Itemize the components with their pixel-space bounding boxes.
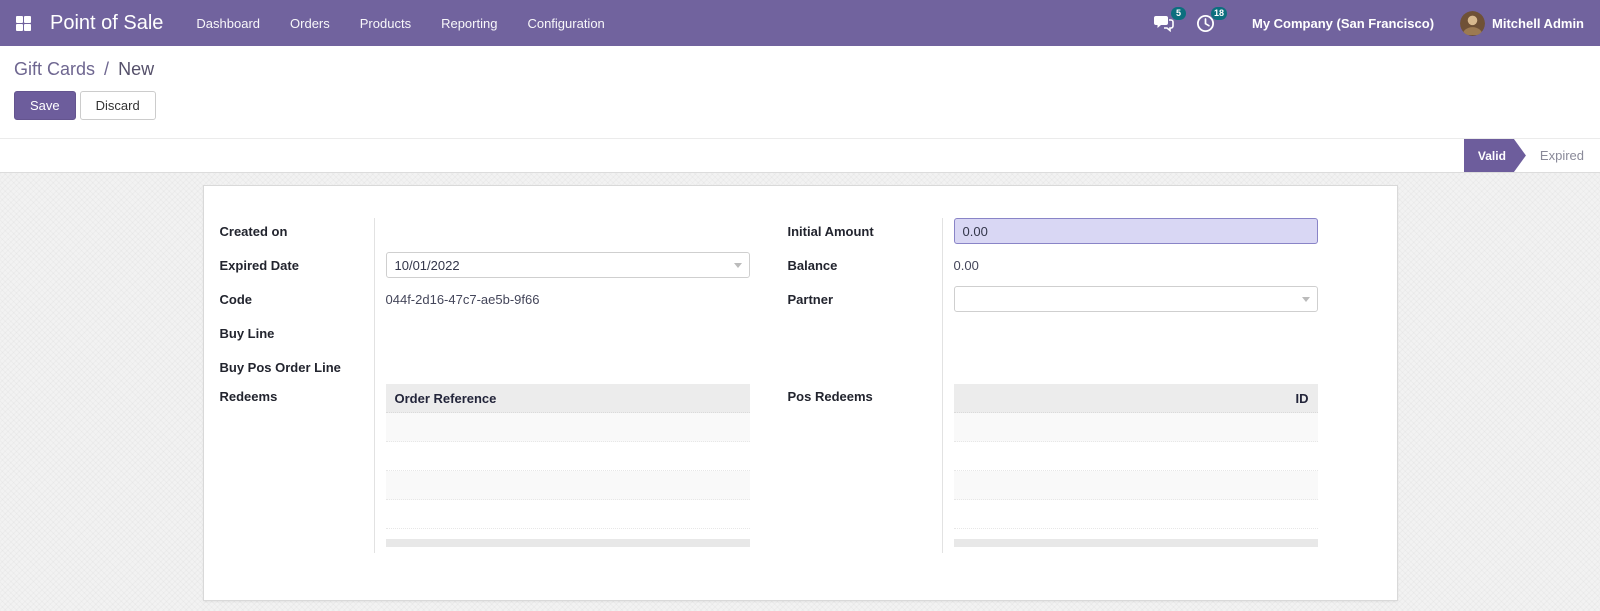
redeems-label: Redeems [219,389,278,404]
messages-button[interactable]: 5 [1143,0,1186,46]
activities-badge: 18 [1210,7,1227,20]
statusbar: Valid Expired [0,139,1600,173]
partner-input[interactable] [953,286,1318,312]
apps-grid-icon [15,15,31,31]
pos-redeems-table-body [953,413,1318,529]
expired-date-label: Expired Date [219,257,299,273]
breadcrumb-parent-link[interactable]: Gift Cards [14,59,95,79]
chevron-down-icon[interactable] [733,263,742,268]
save-button[interactable]: Save [14,91,76,120]
menu-orders[interactable]: Orders [275,0,345,46]
main-menu: Dashboard Orders Products Reporting Conf… [181,0,619,46]
table-empty-row [953,471,1318,500]
table-empty-row [385,471,750,500]
initial-amount-input[interactable] [953,218,1318,244]
apps-menu-button[interactable] [0,0,46,46]
user-avatar [1460,10,1486,36]
company-switcher[interactable]: My Company (San Francisco) [1226,16,1460,31]
breadcrumb-current: New [118,59,155,79]
spacer-row [788,350,1318,384]
activities-button[interactable]: 18 [1185,0,1227,46]
pos-redeems-column-id[interactable]: ID [953,384,1318,413]
control-panel: Gift Cards / New Save Discard [0,46,1600,139]
table-empty-row [953,500,1318,529]
breadcrumb: Gift Cards / New [14,59,1600,80]
expired-date-input[interactable] [385,252,750,278]
table-empty-row [385,413,750,442]
redeems-table: Order Reference [385,384,750,547]
menu-reporting[interactable]: Reporting [426,0,512,46]
form-group-right: Initial Amount Balance 0.00 Partner [787,214,1318,553]
redeems-table-body [385,413,750,529]
redeems-column-order-reference[interactable]: Order Reference [385,384,750,413]
redeems-table-footer [385,539,750,547]
menu-dashboard[interactable]: Dashboard [181,0,275,46]
top-navbar: Point of Sale Dashboard Orders Products … [0,0,1600,46]
statusbar-state-valid[interactable]: Valid [1464,139,1526,172]
created-on-label: Created on [219,223,288,239]
buy-pos-order-line-label: Buy Pos Order Line [219,359,341,375]
table-empty-row [953,413,1318,442]
control-panel-buttons: Save Discard [14,91,1600,120]
table-empty-row [385,442,750,471]
menu-products[interactable]: Products [345,0,426,46]
balance-value: 0.00 [953,257,979,273]
statusbar-state-expired[interactable]: Expired [1540,139,1584,172]
user-menu[interactable]: Mitchell Admin [1460,10,1588,36]
pos-redeems-table-footer [953,539,1318,547]
form-group-left: Created on Expired Date Code 044f-2d16-4… [219,214,750,553]
chevron-down-icon[interactable] [1301,297,1310,302]
table-empty-row [953,442,1318,471]
buy-line-label: Buy Line [219,325,275,341]
user-name: Mitchell Admin [1492,15,1584,31]
app-name[interactable]: Point of Sale [46,12,181,35]
form-view-background: Created on Expired Date Code 044f-2d16-4… [0,173,1600,611]
pos-redeems-label: Pos Redeems [787,389,873,404]
table-empty-row [385,500,750,529]
partner-label: Partner [787,291,834,307]
chat-bubbles-icon [1153,15,1174,32]
messages-badge: 5 [1170,7,1186,20]
spacer-row [788,316,1318,350]
pos-redeems-table: ID [953,384,1318,547]
code-value: 044f-2d16-47c7-ae5b-9f66 [385,291,540,307]
menu-configuration[interactable]: Configuration [512,0,619,46]
form-sheet: Created on Expired Date Code 044f-2d16-4… [202,185,1398,601]
discard-button[interactable]: Discard [79,91,156,120]
breadcrumb-separator: / [104,59,110,79]
systray: 5 18 My Company (San Francisco) Mitchell… [1143,0,1588,46]
code-label: Code [219,291,253,307]
initial-amount-label: Initial Amount [787,223,874,239]
balance-label: Balance [787,257,838,273]
